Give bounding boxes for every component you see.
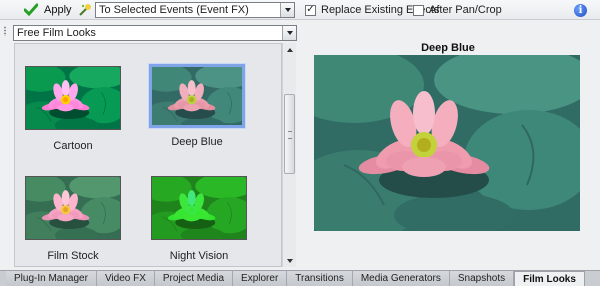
- thumb-label: Film Stock: [47, 250, 99, 262]
- preset-thumb-film-stock[interactable]: Film Stock: [23, 176, 123, 262]
- thumb-image: [151, 176, 247, 240]
- apply-button[interactable]: Apply: [20, 2, 76, 18]
- thumb-image: [25, 66, 121, 130]
- tab-explorer[interactable]: Explorer: [233, 271, 288, 286]
- thumb-label: Night Vision: [169, 250, 229, 262]
- thumb-image: [25, 176, 121, 240]
- tab-media-generators[interactable]: Media Generators: [352, 271, 450, 286]
- preset-dropdown-value: Free Film Looks: [17, 27, 96, 39]
- info-icon[interactable]: i: [574, 4, 587, 17]
- apply-target-dropdown[interactable]: To Selected Events (Event FX): [95, 2, 295, 18]
- window-tab-bar: Plug-In Manager Video FX Project Media E…: [0, 270, 600, 286]
- preset-thumb-cartoon[interactable]: Cartoon: [23, 66, 123, 152]
- preset-dropdown[interactable]: Free Film Looks: [13, 25, 297, 41]
- apply-target-value: To Selected Events (Event FX): [99, 4, 249, 16]
- after-pan-crop-checkbox[interactable]: After Pan/Crop: [413, 4, 502, 16]
- chevron-down-icon[interactable]: [280, 3, 294, 17]
- green-check-icon: [23, 3, 39, 17]
- preview-title: Deep Blue: [421, 42, 475, 54]
- after-checkbox-box[interactable]: [413, 4, 424, 16]
- apply-label: Apply: [44, 4, 72, 16]
- tab-plug-in-manager[interactable]: Plug-In Manager: [6, 271, 97, 286]
- tab-film-looks[interactable]: Film Looks: [514, 271, 585, 286]
- thumbnail-scrollbar[interactable]: [282, 43, 296, 267]
- toolbar: Apply To Selected Events (Event FX) ✓ Re…: [0, 0, 600, 20]
- presets-thumbnail-panel: Cartoon Deep Blue Film Stock Night Visio…: [14, 43, 282, 267]
- after-pan-crop-label: After Pan/Crop: [429, 4, 502, 16]
- tab-project-media[interactable]: Project Media: [154, 271, 234, 286]
- tab-transitions[interactable]: Transitions: [287, 271, 353, 286]
- preview-image: [314, 55, 580, 231]
- tab-snapshots[interactable]: Snapshots: [449, 271, 515, 286]
- preset-thumb-night-vision[interactable]: Night Vision: [149, 176, 249, 262]
- scroll-up-icon[interactable]: [283, 43, 296, 56]
- preset-thumb-deep-blue[interactable]: Deep Blue: [147, 64, 247, 148]
- tab-video-fx[interactable]: Video FX: [96, 271, 155, 286]
- fx-wand-icon[interactable]: [78, 3, 92, 17]
- thumb-label: Deep Blue: [171, 136, 223, 148]
- chevron-down-icon[interactable]: [282, 26, 296, 40]
- grip-dots-icon: [3, 26, 7, 36]
- replace-checkbox-box[interactable]: ✓: [305, 4, 316, 16]
- scroll-down-icon[interactable]: [283, 254, 296, 267]
- thumb-label: Cartoon: [53, 140, 93, 152]
- thumb-image: [149, 64, 245, 128]
- panel-gripper[interactable]: [0, 22, 10, 270]
- scroll-thumb[interactable]: [284, 94, 295, 174]
